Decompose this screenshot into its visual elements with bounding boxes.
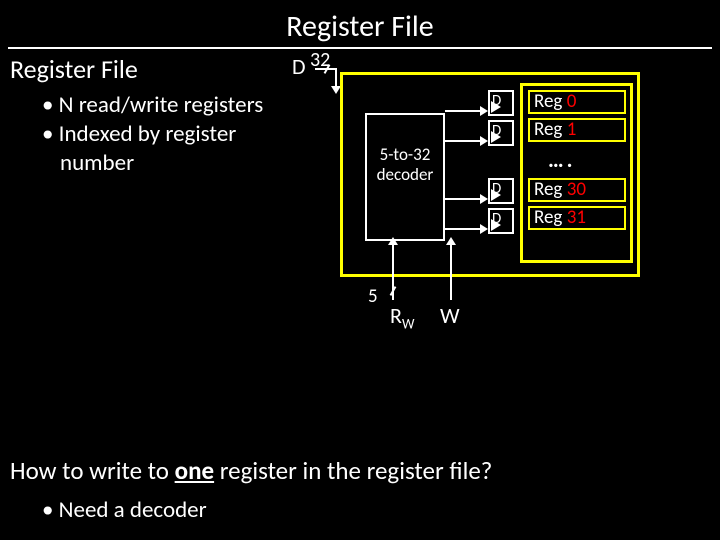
bullet-item: Need a decoder: [42, 496, 720, 524]
clk-triangle-icon: [491, 189, 501, 201]
wire-dec-to-dff30: [445, 198, 480, 200]
dff-1: D: [488, 120, 514, 146]
reg-ellipsis: ….: [548, 146, 576, 173]
wire-w-up: [450, 245, 452, 300]
reg-prefix: Reg: [534, 90, 567, 113]
wire-dec-to-dff0: [445, 110, 480, 112]
reg-prefix: Reg: [534, 118, 567, 141]
reg-index: 0: [567, 90, 577, 113]
reg-index: 30: [567, 178, 586, 201]
question-text: How to write to one register in the regi…: [0, 437, 720, 486]
rw-label: RW: [390, 302, 414, 332]
wire-dec-to-dff1: [445, 140, 480, 142]
wire-d-in: [315, 68, 337, 70]
dff-0: D: [488, 90, 514, 116]
answer-bullets: Need a decoder: [0, 486, 720, 524]
wire-dec-to-dff31: [445, 228, 480, 230]
decoder-label-1: 5-to-32: [367, 145, 443, 165]
question-emph: one: [175, 455, 214, 486]
rw-bits-label: 5: [368, 285, 378, 308]
reg-prefix: Reg: [534, 178, 567, 201]
register-file-diagram: 32 D 5-to-32 decoder Reg 0 Reg 1 …. Reg …: [340, 50, 710, 320]
reg-row-31: Reg 31: [528, 206, 626, 230]
dff-31: D: [488, 208, 514, 234]
wire-d-drop: [335, 68, 337, 86]
rw-label-r: R: [390, 302, 402, 329]
reg-row-1: Reg 1: [528, 118, 626, 142]
question-prefix: How to write to: [10, 455, 175, 486]
slide-title: Register File: [0, 0, 720, 47]
decoder-box: 5-to-32 decoder: [365, 113, 445, 241]
decoder-label-2: decoder: [367, 165, 443, 185]
reg-index: 1: [567, 118, 577, 141]
w-label: W: [440, 302, 460, 329]
d-input-label: D: [292, 53, 306, 80]
reg-index: 31: [567, 206, 586, 229]
clk-triangle-icon: [491, 219, 501, 231]
reg-row-0: Reg 0: [528, 90, 626, 114]
rw-label-sub: W: [402, 315, 414, 332]
bullet-item: Indexed by register number: [42, 120, 302, 178]
dff-30: D: [488, 178, 514, 204]
question-suffix: register in the register file?: [214, 455, 492, 486]
reg-prefix: Reg: [534, 206, 567, 229]
clk-triangle-icon: [491, 131, 501, 143]
clk-triangle-icon: [491, 101, 501, 113]
reg-row-30: Reg 30: [528, 178, 626, 202]
